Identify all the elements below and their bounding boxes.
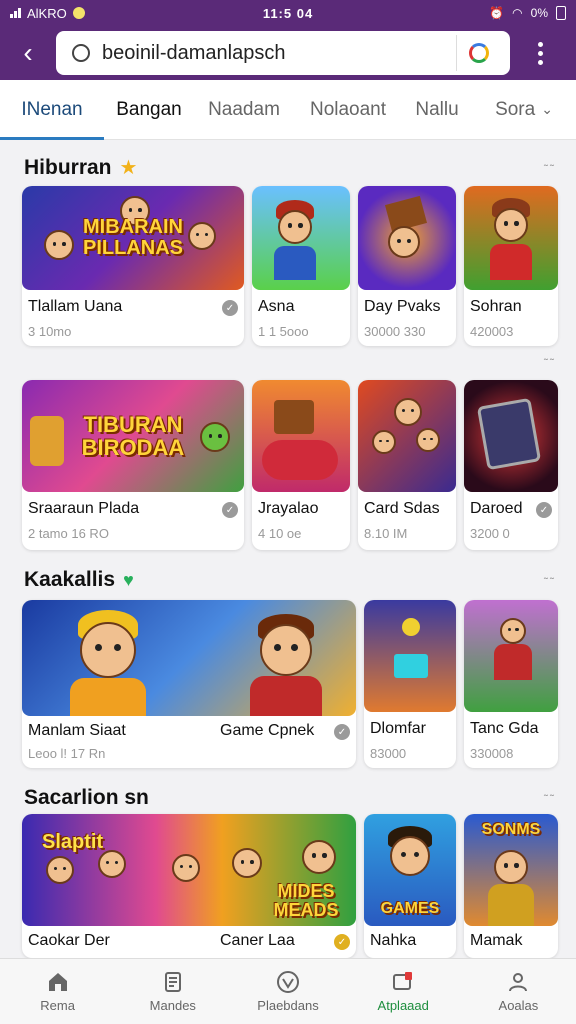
game-thumbnail xyxy=(464,600,558,712)
game-card[interactable]: Dlomfar 83000 xyxy=(364,600,456,768)
back-arrow-icon: ‹ xyxy=(23,37,33,68)
status-bar: AlKRO 11:5 04 ⏰ ◠ 0% xyxy=(0,0,576,26)
verified-icon: ✓ xyxy=(334,934,350,950)
game-card[interactable]: Daroed 3200 0 ✓ xyxy=(464,380,558,550)
toolbar: ‹ xyxy=(0,26,576,80)
game-card[interactable]: Slaptit MIDES MEADS Caokar Der Caner Laa… xyxy=(22,814,356,958)
game-thumbnail xyxy=(364,600,456,712)
heart-outline-icon xyxy=(277,971,299,993)
search-box[interactable] xyxy=(56,31,510,75)
game-thumbnail: TIBURAN BIRODAA xyxy=(22,380,244,492)
bottom-navigation: Rema Mandes Plaebdans Atplaaad Aoalas xyxy=(0,958,576,1024)
section-more-button[interactable]: ˜˜ xyxy=(544,356,556,370)
search-input[interactable] xyxy=(102,41,456,65)
game-card[interactable]: Sohran 420003 xyxy=(464,186,558,346)
google-lens-button[interactable] xyxy=(456,35,500,71)
heart-icon: ♥ xyxy=(123,569,134,590)
game-card[interactable]: Tanc Gda 330008 xyxy=(464,600,558,768)
section-title: Sacarlion sn xyxy=(24,786,149,809)
verified-icon: ✓ xyxy=(222,502,238,518)
game-thumbnail xyxy=(252,380,350,492)
verified-icon: ✓ xyxy=(536,502,552,518)
tab-sora[interactable]: Sora ⌄ xyxy=(472,80,576,140)
tab-nallu[interactable]: Nallu xyxy=(402,80,472,140)
section-more-button[interactable]: ˜˜ xyxy=(544,162,556,176)
section-title: Kaakallis ♥ xyxy=(24,568,134,591)
verified-icon: ✓ xyxy=(222,300,238,316)
home-icon xyxy=(48,973,67,991)
nav-item-mandes[interactable]: Mandes xyxy=(115,959,230,1024)
document-icon xyxy=(164,972,181,992)
star-icon: ★ xyxy=(119,157,138,179)
clock: 11:5 04 xyxy=(262,5,314,21)
game-card[interactable]: Day Pvaks 30000 330 xyxy=(358,186,456,346)
search-icon xyxy=(72,44,90,62)
game-card[interactable]: GAMES Nahka xyxy=(364,814,456,958)
person-icon xyxy=(509,973,528,992)
more-options-button[interactable] xyxy=(510,41,570,65)
game-thumbnail: Slaptit MIDES MEADS xyxy=(22,814,356,926)
download-icon xyxy=(393,972,413,990)
lens-icon xyxy=(468,43,489,63)
game-thumbnail xyxy=(464,186,558,290)
nav-item-atplaaad[interactable]: Atplaaad xyxy=(346,959,461,1024)
category-tabs: INenan Bangan Naadam Nolaoant Nallu Sora… xyxy=(0,80,576,140)
tab-bangan[interactable]: Bangan xyxy=(104,80,194,140)
nav-item-plaebdans[interactable]: Plaebdans xyxy=(230,959,345,1024)
section-more-button[interactable]: ˜˜ xyxy=(544,575,556,589)
game-card[interactable]: MIBARAIN PILLANAS Tlallam Uana 3 10mo ✓ xyxy=(22,186,244,346)
section-more-button[interactable]: ˜˜ xyxy=(544,792,556,806)
game-thumbnail xyxy=(358,186,456,290)
game-thumbnail xyxy=(358,380,456,492)
game-card[interactable]: Asna 1 1 5ooo xyxy=(252,186,350,346)
tab-nolaoant[interactable]: Nolaoant xyxy=(294,80,402,140)
nav-item-home[interactable]: Rema xyxy=(0,959,115,1024)
game-thumbnail: MIBARAIN PILLANAS xyxy=(22,186,244,290)
tab-naadam[interactable]: Naadam xyxy=(194,80,294,140)
tab-inenan[interactable]: INenan xyxy=(0,80,104,140)
game-card[interactable]: Manlam Siaat Game Cpnek Leoo l! 17 Rn ✓ xyxy=(22,600,356,768)
verified-icon: ✓ xyxy=(334,724,350,740)
game-card[interactable]: TIBURAN BIRODAA Sraaraun Plada 2 tamo 16… xyxy=(22,380,244,550)
game-thumbnail xyxy=(252,186,350,290)
game-thumbnail xyxy=(22,600,356,716)
section-title: Hiburran ★ xyxy=(24,155,138,180)
game-card[interactable]: SONMS Mamak xyxy=(464,814,558,958)
game-card[interactable]: Jrayalao 4 10 oe xyxy=(252,380,350,550)
chevron-down-icon: ⌄ xyxy=(541,101,553,117)
game-thumbnail: SONMS xyxy=(464,814,558,926)
back-button[interactable]: ‹ xyxy=(0,26,56,80)
game-thumbnail: GAMES xyxy=(364,814,456,926)
game-card[interactable]: Card Sdas 8.10 IM xyxy=(358,380,456,550)
game-thumbnail xyxy=(464,380,558,492)
nav-item-aoalas[interactable]: Aoalas xyxy=(461,959,576,1024)
